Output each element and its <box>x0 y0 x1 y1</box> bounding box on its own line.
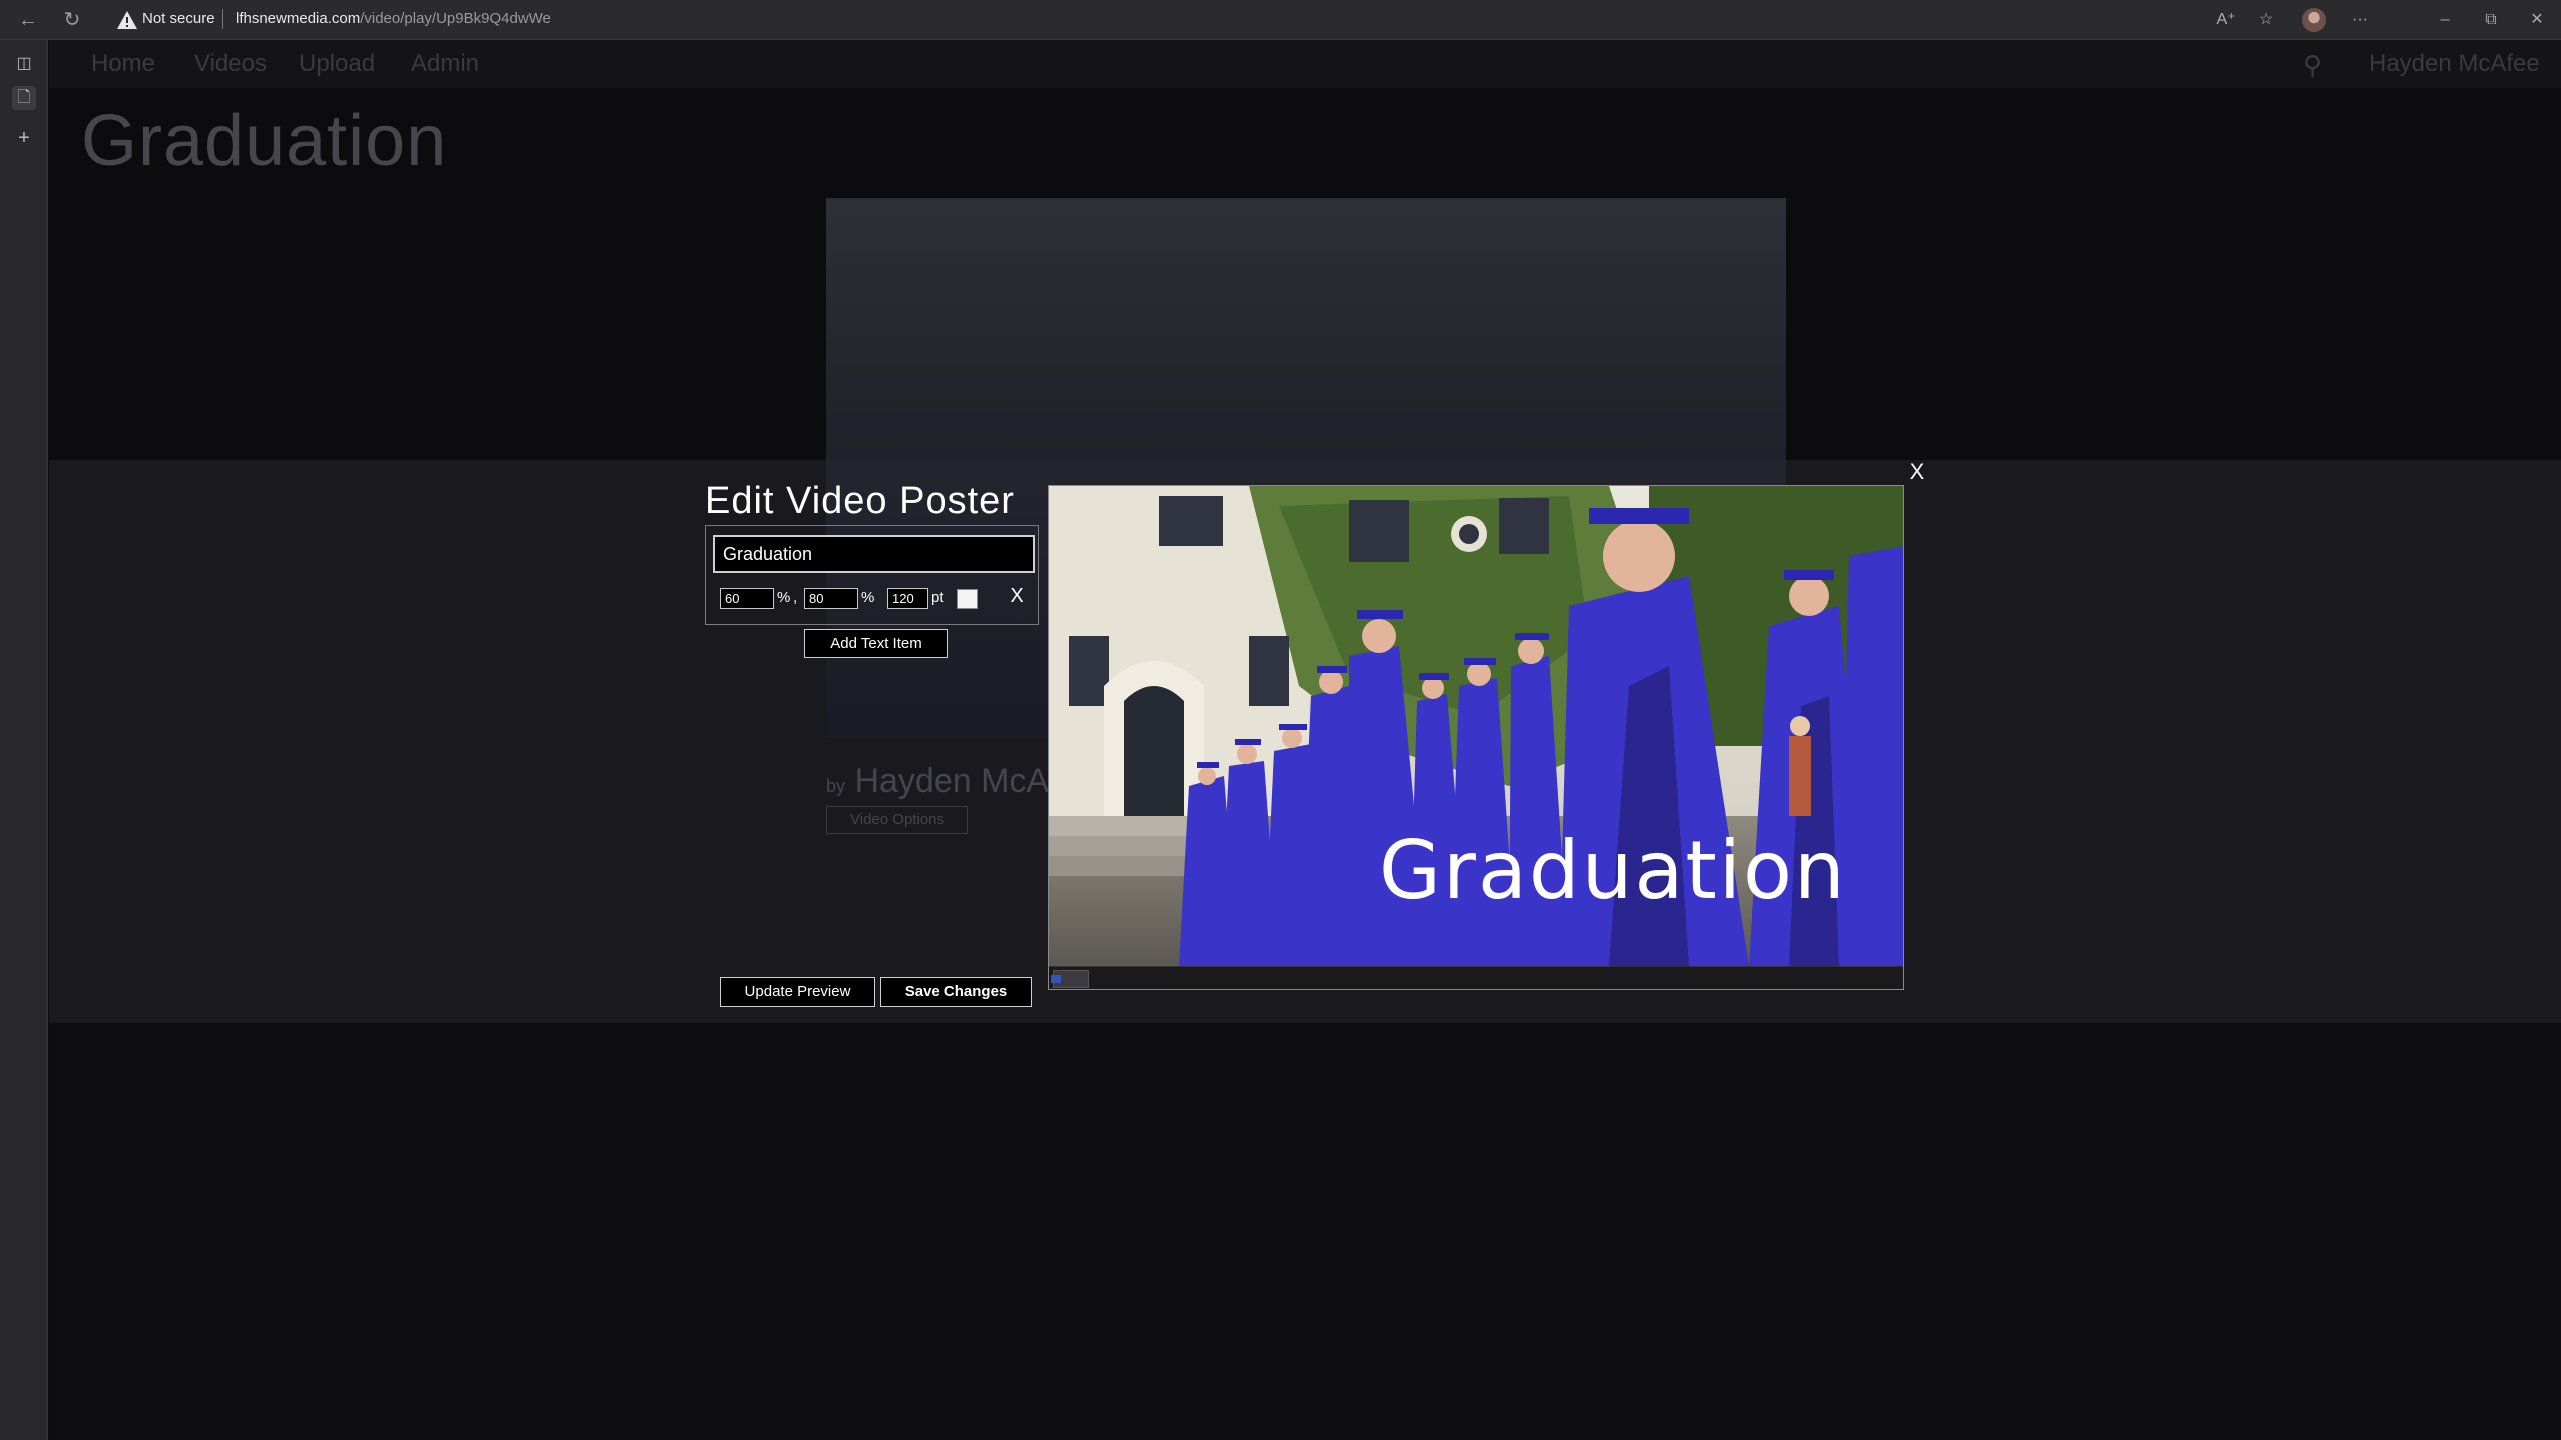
text-color-picker[interactable] <box>957 589 978 609</box>
save-changes-button[interactable]: Save Changes <box>880 977 1032 1007</box>
warning-icon[interactable] <box>116 9 138 31</box>
read-aloud-icon[interactable]: A⁺ <box>2212 8 2240 32</box>
nav-home[interactable]: Home <box>91 50 155 78</box>
remove-text-item-button[interactable]: X <box>1009 585 1025 609</box>
update-preview-button[interactable]: Update Preview <box>720 977 875 1007</box>
profile-avatar[interactable] <box>2302 8 2326 32</box>
url-path: /video/play/Up9Bk9Q4dwWe <box>360 10 551 27</box>
site-nav: Home Videos Upload Admin ⚲ Hayden McAfee <box>49 40 2561 88</box>
preview-timeline[interactable] <box>1049 966 1903 989</box>
tab-actions-icon[interactable]: ◫ <box>12 52 36 76</box>
x-percent-unit: % <box>777 589 791 606</box>
minimize-icon[interactable]: – <box>2430 6 2460 34</box>
poster-text-input[interactable] <box>713 535 1035 573</box>
poster-overlay-text: Graduation <box>1379 824 1847 917</box>
nav-user[interactable]: Hayden McAfee <box>2369 50 2540 78</box>
poster-preview: Graduation <box>1048 485 1904 990</box>
page-footer-band <box>49 1023 2561 1440</box>
refresh-icon[interactable]: ↻ <box>60 8 84 32</box>
url-host: lfhsnewmedia.com <box>236 10 361 27</box>
browser-sidebar: ◫ 🗋 + <box>0 40 48 1440</box>
x-position-input[interactable] <box>720 588 774 609</box>
video-options-button: Video Options <box>826 806 968 834</box>
restore-icon[interactable]: ⧉ <box>2476 6 2506 34</box>
back-arrow-icon[interactable]: ← <box>16 8 40 32</box>
coord-separator: , <box>793 589 798 606</box>
nav-videos[interactable]: Videos <box>194 50 267 78</box>
timeline-position-marker <box>1051 975 1061 983</box>
page-title: Graduation <box>81 101 448 181</box>
text-item-panel: % , % pt X <box>705 525 1039 625</box>
add-text-item-button[interactable]: Add Text Item <box>804 629 948 658</box>
browser-toolbar: ← ↻ Not secure lfhsnewmedia.com/video/pl… <box>0 0 2561 40</box>
y-position-input[interactable] <box>804 588 858 609</box>
new-tab-icon[interactable]: + <box>12 126 36 150</box>
favorites-icon[interactable]: ☆ <box>2252 8 2280 32</box>
nav-admin[interactable]: Admin <box>411 50 479 78</box>
search-icon[interactable]: ⚲ <box>2303 50 2322 81</box>
y-percent-unit: % <box>861 589 875 606</box>
modal-title: Edit Video Poster <box>705 480 1015 522</box>
more-options-icon[interactable]: ··· <box>2346 8 2374 32</box>
font-size-input[interactable] <box>887 588 928 609</box>
modal-close-button[interactable]: X <box>1908 460 1926 484</box>
address-divider <box>222 9 223 29</box>
pt-unit: pt <box>931 589 944 606</box>
window-close-icon[interactable]: ✕ <box>2522 6 2552 34</box>
byline-prefix: by <box>826 776 846 796</box>
page-tab-icon[interactable]: 🗋 <box>12 86 36 110</box>
address-bar[interactable]: lfhsnewmedia.com/video/play/Up9Bk9Q4dwWe <box>236 10 551 27</box>
nav-upload[interactable]: Upload <box>299 50 375 78</box>
security-status[interactable]: Not secure <box>142 10 215 27</box>
